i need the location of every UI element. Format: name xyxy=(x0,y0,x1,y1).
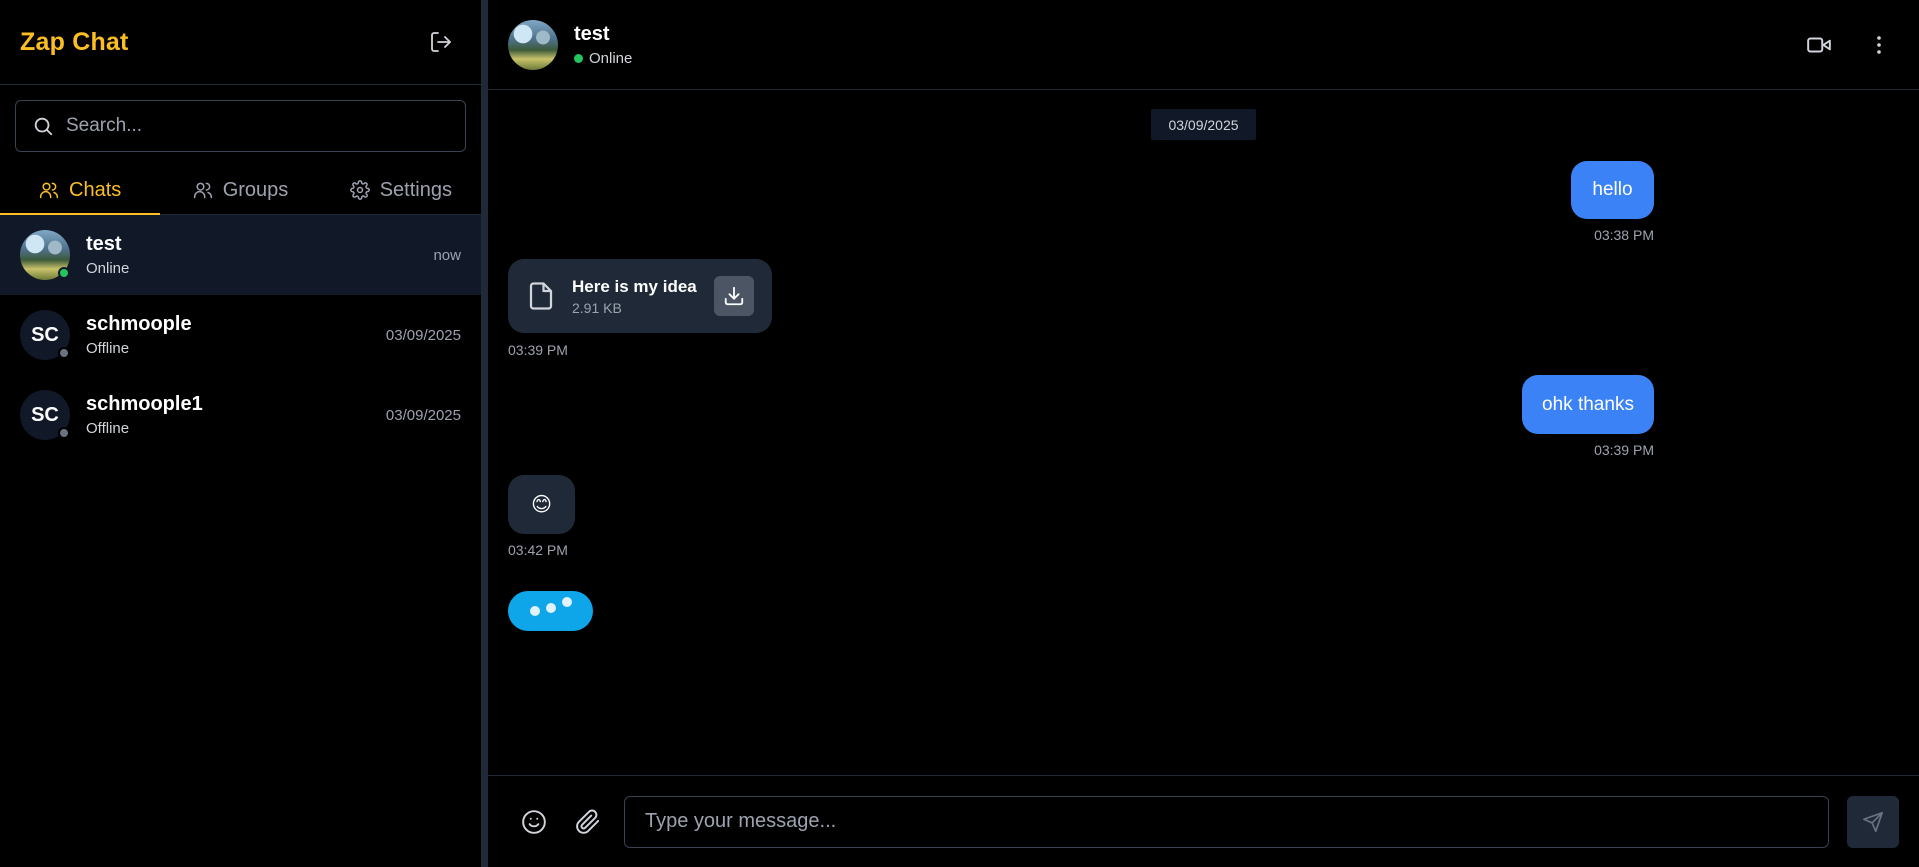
video-call-button[interactable] xyxy=(1799,25,1839,65)
conversation-panel: test Online 03/09/2025 hello 03:38 PM He… xyxy=(488,0,1919,867)
typing-dot xyxy=(545,603,556,613)
download-icon xyxy=(724,286,744,306)
tab-settings[interactable]: Settings xyxy=(321,166,481,214)
message-composer xyxy=(488,775,1919,867)
avatar-photo xyxy=(508,20,558,70)
message-bubble-outgoing[interactable]: hello xyxy=(1571,161,1654,219)
offline-status-dot xyxy=(58,347,70,359)
file-attachment-message[interactable]: Here is my idea 2.91 KB xyxy=(508,259,772,333)
conversation-header: test Online xyxy=(488,0,1919,90)
message-time: 03:42 PM xyxy=(508,542,568,558)
chat-status: Offline xyxy=(86,340,130,357)
contact-name: test xyxy=(574,22,610,45)
message-list: 03/09/2025 hello 03:38 PM Here is my ide… xyxy=(488,90,1919,775)
file-icon xyxy=(529,282,553,310)
send-button[interactable] xyxy=(1847,795,1899,848)
chat-meta: test Online xyxy=(86,233,417,277)
logout-button[interactable] xyxy=(421,22,461,62)
attach-button[interactable] xyxy=(570,804,606,840)
chat-name: schmoople1 xyxy=(86,393,203,415)
search-wrapper xyxy=(0,85,481,152)
contact-avatar[interactable] xyxy=(508,19,558,70)
contact-status-label: Online xyxy=(589,49,633,67)
smile-icon xyxy=(522,809,546,834)
contact-info: test Online xyxy=(574,23,1783,67)
tab-chats[interactable]: Chats xyxy=(0,166,161,215)
message-time: 03:39 PM xyxy=(1594,442,1654,458)
users-icon xyxy=(193,182,212,199)
contact-status: Online xyxy=(574,50,1783,67)
chat-list: test Online now SC schmoople Offline 03/… xyxy=(0,215,481,455)
online-status-dot xyxy=(58,267,70,279)
sidebar: Zap Chat Chats xyxy=(0,0,488,867)
chat-time: 03/09/2025 xyxy=(385,326,461,344)
avatar-initials: SC xyxy=(31,323,59,346)
chat-meta: schmoople1 Offline xyxy=(86,393,370,437)
chat-name: test xyxy=(86,233,122,255)
chat-time: 03/09/2025 xyxy=(385,406,461,424)
search-input[interactable] xyxy=(66,115,449,137)
online-status-dot xyxy=(574,53,583,63)
tab-chats-label: Chats xyxy=(69,178,122,201)
file-size: 2.91 KB xyxy=(572,299,622,316)
file-info: Here is my idea 2.91 KB xyxy=(572,277,698,316)
file-name: Here is my idea xyxy=(572,276,697,296)
chat-item-schmoople[interactable]: SC schmoople Offline 03/09/2025 xyxy=(0,295,481,375)
chat-name: schmoople xyxy=(86,313,192,335)
video-icon xyxy=(1807,37,1831,52)
download-button[interactable] xyxy=(714,276,754,316)
offline-status-dot xyxy=(58,427,70,439)
avatar xyxy=(20,230,70,280)
more-vertical-icon xyxy=(1877,35,1881,54)
typing-indicator xyxy=(508,591,593,631)
sidebar-tabs: Chats Groups Settings xyxy=(0,166,481,215)
emoji-button[interactable] xyxy=(516,804,552,840)
more-options-button[interactable] xyxy=(1859,25,1899,65)
message-bubble-incoming[interactable]: 😊 xyxy=(508,475,575,534)
tab-groups-label: Groups xyxy=(222,178,289,201)
search-icon xyxy=(34,117,53,136)
message-time: 03:38 PM xyxy=(1594,227,1654,243)
send-icon xyxy=(1863,811,1883,832)
avatar: SC xyxy=(20,310,70,360)
typing-dot xyxy=(561,597,572,607)
message-text: ohk thanks xyxy=(1542,393,1634,415)
paperclip-icon xyxy=(576,809,600,834)
chat-item-schmoople1[interactable]: SC schmoople1 Offline 03/09/2025 xyxy=(0,375,481,455)
chat-status: Online xyxy=(86,260,130,277)
sidebar-header: Zap Chat xyxy=(0,0,481,85)
avatar-initials: SC xyxy=(31,403,59,426)
message-text: 😊 xyxy=(531,494,552,516)
tab-groups[interactable]: Groups xyxy=(160,166,320,214)
typing-dot xyxy=(529,606,540,616)
chat-meta: schmoople Offline xyxy=(86,313,370,357)
users-icon xyxy=(39,182,59,199)
chat-item-test[interactable]: test Online now xyxy=(0,215,481,295)
message-bubble-outgoing[interactable]: ohk thanks xyxy=(1522,375,1654,434)
chat-time: now xyxy=(433,246,461,264)
message-time: 03:39 PM xyxy=(508,342,568,358)
tab-settings-label: Settings xyxy=(379,178,452,201)
header-actions xyxy=(1799,25,1899,65)
app: Zap Chat Chats xyxy=(0,0,1919,867)
gear-icon xyxy=(349,180,370,200)
message-input[interactable] xyxy=(645,810,1808,833)
chat-status: Offline xyxy=(86,420,130,437)
avatar: SC xyxy=(20,390,70,440)
search-box xyxy=(15,100,466,152)
date-divider: 03/09/2025 xyxy=(1151,109,1256,140)
logout-icon xyxy=(431,32,451,52)
message-input-box xyxy=(624,795,1829,848)
app-title: Zap Chat xyxy=(20,27,129,56)
message-text: hello xyxy=(1592,179,1633,200)
